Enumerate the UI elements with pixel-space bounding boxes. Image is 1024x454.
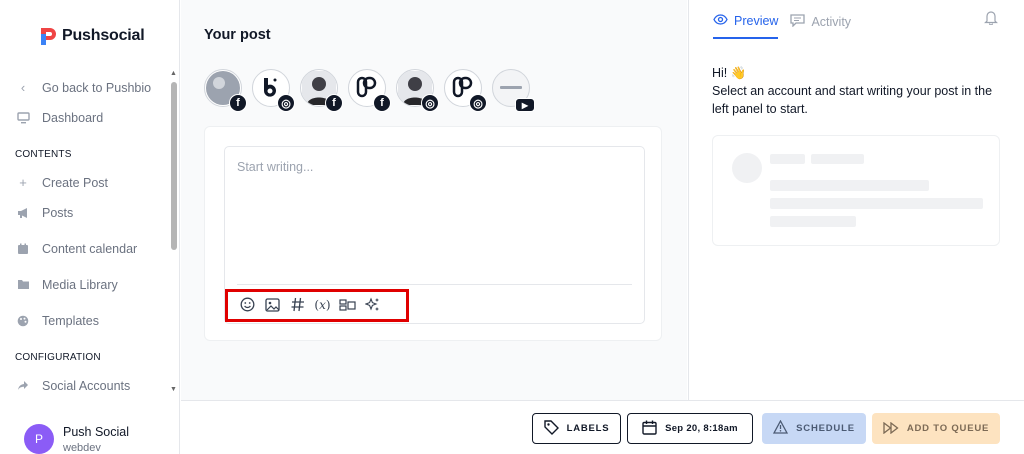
account-avatar[interactable]: f: [348, 69, 391, 112]
brand-name: Pushsocial: [62, 27, 145, 44]
labels-button-label: LABELS: [566, 423, 610, 434]
sidebar-item-posts[interactable]: Posts: [0, 201, 170, 224]
facebook-icon: f: [325, 94, 343, 112]
sidebar: Pushsocial ‹ Go back to Pushbio Dashboar…: [0, 0, 180, 454]
section-heading-contents: CONTENTS: [15, 149, 72, 160]
account-avatar[interactable]: ◎: [444, 69, 487, 112]
account-avatar[interactable]: ◎: [252, 69, 295, 112]
user-profile[interactable]: P Push Social webdev: [24, 424, 129, 454]
youtube-icon: ▶: [515, 98, 535, 112]
calendar-icon: [16, 242, 30, 256]
instagram-icon: ◎: [277, 94, 295, 112]
post-text-input[interactable]: [225, 147, 644, 284]
editor-divider: [237, 284, 632, 285]
action-footer: LABELS Sep 20, 8:18am SCHEDULE ADD TO QU…: [181, 400, 1024, 454]
skeleton-line: [770, 154, 805, 164]
avatar: P: [24, 424, 54, 454]
tab-label: Preview: [734, 13, 779, 28]
sidebar-item-label: Dashboard: [42, 110, 104, 125]
fast-forward-icon: [883, 421, 899, 437]
schedule-date-button[interactable]: Sep 20, 8:18am: [627, 413, 753, 444]
sidebar-item-content-calendar[interactable]: Content calendar: [0, 237, 170, 260]
sidebar-item-label: Social Accounts: [42, 378, 131, 393]
eye-icon: [713, 13, 728, 28]
skeleton-line: [770, 180, 929, 191]
calendar-icon: [642, 420, 657, 438]
megaphone-icon: [16, 206, 30, 220]
sidebar-item-label: Posts: [42, 205, 74, 220]
warning-icon: [773, 419, 789, 437]
skeleton-avatar: [732, 153, 762, 183]
schedule-date-label: Sep 20, 8:18am: [665, 423, 738, 434]
tab-preview[interactable]: Preview: [713, 10, 779, 39]
sidebar-item-media-library[interactable]: Media Library: [0, 273, 170, 296]
add-to-queue-label: ADD TO QUEUE: [906, 423, 990, 434]
sidebar-item-back[interactable]: ‹ Go back to Pushbio: [0, 76, 170, 99]
tab-label: Activity: [811, 14, 852, 29]
account-avatar[interactable]: f: [204, 69, 247, 112]
account-avatar[interactable]: ◎: [396, 69, 439, 112]
preview-message: Hi! 👋 Select an account and start writin…: [712, 64, 1002, 118]
instagram-icon: ◎: [469, 94, 487, 112]
facebook-icon: f: [229, 94, 247, 112]
tab-activity[interactable]: Activity: [790, 10, 851, 39]
preview-skeleton-card: [712, 135, 1000, 246]
schedule-button[interactable]: SCHEDULE: [762, 413, 866, 444]
chevron-left-icon: ‹: [20, 80, 26, 95]
share-icon: [16, 379, 30, 393]
account-selector: f ◎ f f ◎ ◎ ▶: [204, 69, 540, 112]
monitor-icon: [16, 111, 30, 125]
sidebar-item-label: Templates: [42, 313, 99, 328]
preview-tabs: Preview Activity: [713, 10, 863, 40]
skeleton-line: [770, 216, 856, 227]
labels-button[interactable]: LABELS: [532, 413, 621, 444]
preview-panel: Preview Activity Hi! 👋 Select an account…: [688, 0, 1024, 400]
sidebar-item-social-accounts[interactable]: Social Accounts: [0, 374, 170, 397]
section-heading-configuration: CONFIGURATION: [15, 352, 101, 363]
scroll-up-arrow-icon[interactable]: ▲: [170, 70, 177, 77]
palette-icon: [16, 314, 30, 328]
instagram-icon: ◎: [421, 94, 439, 112]
toolbar-highlight: [225, 289, 409, 322]
sidebar-item-label: Media Library: [42, 277, 118, 292]
skeleton-line: [770, 198, 983, 209]
sidebar-scrollbar[interactable]: [171, 82, 177, 250]
instruction-text: Select an account and start writing your…: [712, 84, 993, 116]
account-avatar[interactable]: f: [300, 69, 343, 112]
scroll-down-arrow-icon[interactable]: ▼: [170, 386, 177, 393]
user-name: Push Social: [63, 425, 130, 439]
post-composer: Your post f ◎ f f ◎ ◎ ▶ Start writing...…: [181, 0, 687, 400]
sidebar-item-dashboard[interactable]: Dashboard: [0, 106, 170, 129]
tag-icon: [543, 419, 559, 438]
sidebar-item-label: Create Post: [42, 175, 109, 190]
pushsocial-logo-icon: [41, 28, 56, 45]
account-avatar[interactable]: ▶: [492, 69, 535, 112]
sidebar-item-templates[interactable]: Templates: [0, 309, 170, 332]
folder-icon: [16, 278, 30, 292]
bell-icon[interactable]: [984, 10, 998, 28]
comment-icon: [790, 13, 806, 30]
skeleton-line: [811, 154, 864, 164]
plus-icon: +: [19, 175, 27, 190]
user-org: webdev: [63, 442, 101, 454]
sidebar-item-label: Go back to Pushbio: [42, 80, 152, 95]
greeting-text: Hi! 👋: [712, 66, 747, 80]
facebook-icon: f: [373, 94, 391, 112]
sidebar-item-create-post[interactable]: + Create Post: [0, 171, 170, 194]
sidebar-item-label: Content calendar: [42, 241, 138, 256]
brand[interactable]: Pushsocial: [38, 24, 145, 48]
schedule-button-label: SCHEDULE: [796, 423, 855, 434]
page-title: Your post: [204, 27, 271, 43]
add-to-queue-button[interactable]: ADD TO QUEUE: [872, 413, 1000, 444]
